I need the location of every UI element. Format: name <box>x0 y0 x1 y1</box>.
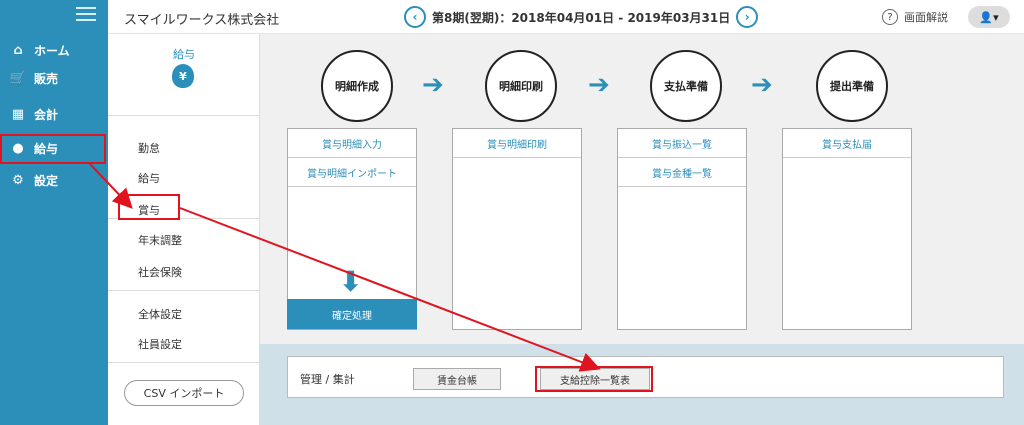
gear-icon: ⚙ <box>12 172 24 188</box>
sidebar-item-sales[interactable]: 🛒 販売 <box>0 64 108 92</box>
subpanel-header: 給与 ¥ <box>108 34 260 116</box>
help-icon: ? <box>882 9 898 25</box>
divider <box>108 362 260 363</box>
period-label: 第8期(翌期)：2018年04月01日 - 2019年03月31日 <box>432 10 731 25</box>
calculator-icon: ▦ <box>11 106 25 122</box>
arrow-right-icon: ➔ <box>422 70 444 100</box>
link-bonus-statement-entry[interactable]: 賞与明細入力 <box>288 129 416 158</box>
cart-icon: 🛒 <box>9 70 27 86</box>
management-label: 管理 / 集計 <box>300 373 355 386</box>
menu-icon[interactable] <box>76 7 96 25</box>
user-icon: 👤 <box>979 10 994 24</box>
link-bonus-payment-report[interactable]: 賞与支払届 <box>783 129 911 158</box>
moneybag-icon: ¥ <box>172 64 194 88</box>
column-print: 賞与明細印刷 <box>452 128 582 330</box>
header: スマイルワークス株式会社 ‹ 第8期(翌期)：2018年04月01日 - 201… <box>108 0 1024 34</box>
step-payment-prep: 支払準備 <box>650 50 722 122</box>
caret-down-icon: ▾ <box>993 10 999 24</box>
help-button[interactable]: ? 画面解説 <box>882 9 948 25</box>
subpanel-item-social-insurance[interactable]: 社会保険 <box>138 264 182 280</box>
link-bonus-statement-import[interactable]: 賞与明細インポート <box>288 158 416 187</box>
column-submission-prep: 賞与支払届 <box>782 128 912 330</box>
wage-ledger-button[interactable]: 賃金台帳 <box>413 368 501 390</box>
step-print: 明細印刷 <box>485 50 557 122</box>
arrow-right-icon: ➔ <box>588 70 610 100</box>
subpanel-item-employee-settings[interactable]: 社員設定 <box>138 336 182 352</box>
previous-period-button[interactable]: ‹ <box>404 6 426 28</box>
divider <box>108 290 260 291</box>
link-bonus-denomination-list[interactable]: 賞与金種一覧 <box>618 158 746 187</box>
period-selector: ‹ 第8期(翌期)：2018年04月01日 - 2019年03月31日 › <box>404 6 759 28</box>
sidebar-item-accounting[interactable]: ▦ 会計 <box>0 100 108 128</box>
company-name: スマイルワークス株式会社 <box>124 13 280 28</box>
highlight-box <box>118 194 180 220</box>
highlight-box <box>535 366 653 392</box>
column-payment-prep: 賞与振込一覧 賞与金種一覧 <box>617 128 747 330</box>
subpanel-title: 給与 <box>173 48 195 61</box>
step-create: 明細作成 <box>321 50 393 122</box>
subpanel-item-attendance[interactable]: 勤怠 <box>138 140 160 156</box>
sidebar-item-settings[interactable]: ⚙ 設定 <box>0 166 108 194</box>
arrow-down-icon: ⬇ <box>339 265 363 298</box>
subpanel-item-salary[interactable]: 給与 <box>138 170 160 186</box>
arrow-right-icon: ➔ <box>751 70 773 100</box>
confirm-button[interactable]: 確定処理 <box>287 299 417 329</box>
step-submission-prep: 提出準備 <box>816 50 888 122</box>
csv-import-button[interactable]: CSV インポート <box>124 380 244 406</box>
subpanel-item-year-end[interactable]: 年末調整 <box>138 232 182 248</box>
sidebar: ⌂ ホーム 🛒 販売 ▦ 会計 ● 給与 ⚙ 設定 <box>0 0 108 425</box>
sidebar-item-home[interactable]: ⌂ ホーム <box>0 36 108 64</box>
home-icon: ⌂ <box>13 42 23 58</box>
next-period-button[interactable]: › <box>736 6 759 28</box>
user-menu-button[interactable]: 👤 ▾ <box>968 6 1010 28</box>
subpanel-item-global-settings[interactable]: 全体設定 <box>138 306 182 322</box>
link-bonus-transfer-list[interactable]: 賞与振込一覧 <box>618 129 746 158</box>
link-bonus-statement-print[interactable]: 賞与明細印刷 <box>453 129 581 158</box>
payroll-subpanel: 給与 ¥ 勤怠 給与 賞与 年末調整 社会保険 全体設定 社員設定 CSV イン… <box>108 34 260 425</box>
highlight-box <box>0 134 106 164</box>
